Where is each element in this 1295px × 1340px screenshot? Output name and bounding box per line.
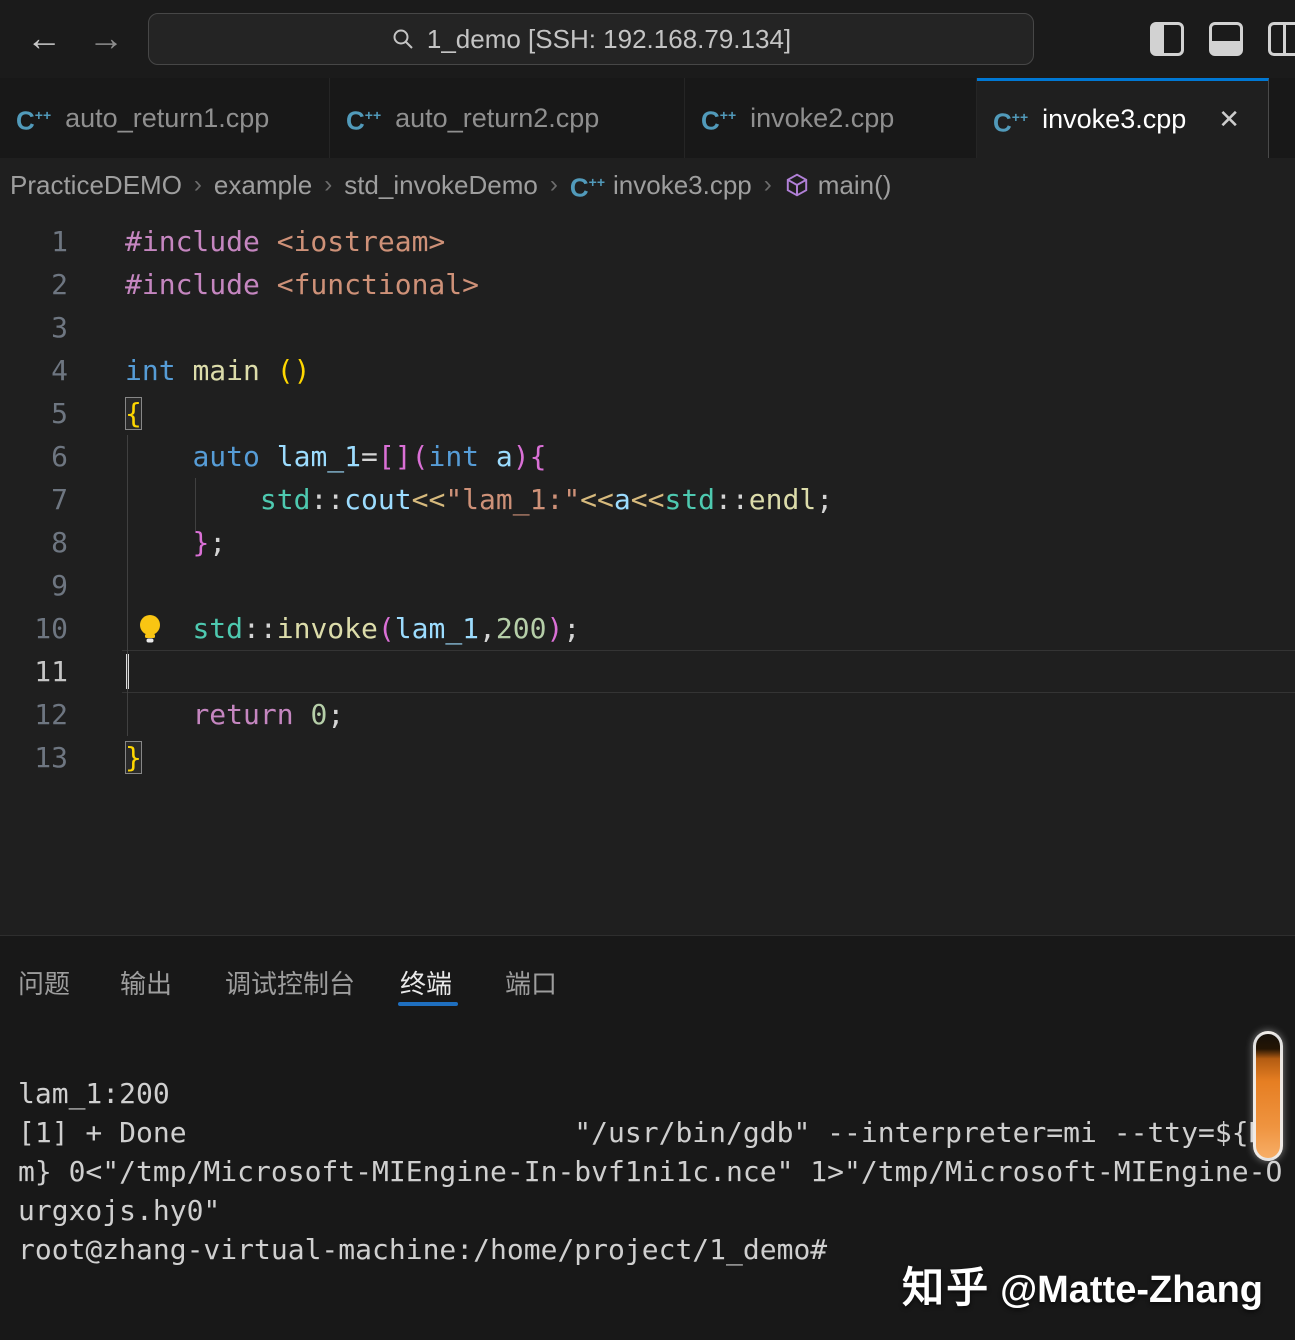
code-line-6[interactable]: 6 auto lam_1=[](int a){ (0, 435, 1295, 478)
code-line-10[interactable]: 10 std::invoke(lam_1,200); (0, 607, 1295, 650)
breadcrumb[interactable]: PracticeDEMO › example › std_invokeDemo › C++ i… (10, 158, 1295, 212)
window-title: 1_demo [SSH: 192.168.79.134] (427, 24, 791, 55)
breadcrumb-label: invoke3.cpp (613, 170, 752, 201)
cpp-file-icon: C++ (346, 102, 381, 134)
code-text: return 0; (125, 693, 344, 736)
panel-tab-终端[interactable]: 终端 (400, 964, 452, 1001)
breadcrumb-separator-icon: › (322, 171, 334, 199)
cpp-file-icon: C++ (16, 102, 51, 134)
breadcrumb-label: example (214, 170, 312, 201)
breadcrumb-item-example[interactable]: example (214, 170, 312, 201)
line-number: 12 (0, 693, 68, 736)
tab-auto_return1.cpp[interactable]: C++ auto_return1.cpp (0, 78, 330, 158)
panel-tab-调试控制台[interactable]: 调试控制台 (225, 964, 355, 1001)
terminal-line: m} 0<"/tmp/Microsoft-MIEngine-In-bvf1ni1… (18, 1152, 1295, 1191)
code-text: auto lam_1=[](int a){ (125, 435, 546, 478)
line-number: 1 (0, 220, 68, 263)
code-line-5[interactable]: 5{ (0, 392, 1295, 435)
code-text: std::invoke(lam_1,200); (125, 607, 580, 650)
line-number: 7 (0, 478, 68, 521)
panel-tab-端口[interactable]: 端口 (505, 964, 557, 1001)
line-number: 3 (0, 306, 68, 349)
tab-label: auto_return2.cpp (395, 103, 599, 134)
tab-label: invoke3.cpp (1042, 104, 1186, 135)
vscode-window: ← → 1_demo [SSH: 192.168.79.134] C++ auto… (0, 0, 1295, 1340)
tab-label: invoke2.cpp (750, 103, 894, 134)
code-line-2[interactable]: 2 #include <functional> (0, 263, 1295, 306)
line-number: 4 (0, 349, 68, 392)
panel-tab-问题[interactable]: 问题 (18, 964, 70, 1001)
watermark-brand: 知乎 (902, 1264, 990, 1311)
tab-auto_return2.cpp[interactable]: C++ auto_return2.cpp (330, 78, 685, 158)
breadcrumb-item-main[interactable]: main() (784, 170, 892, 201)
toggle-panel-icon[interactable] (1209, 22, 1243, 56)
breadcrumb-item-PracticeDEMO[interactable]: PracticeDEMO (10, 170, 182, 201)
terminal-line: lam_1:200 (18, 1074, 1295, 1113)
code-line-9[interactable]: 9 (0, 564, 1295, 607)
code-text: int main () (125, 349, 310, 392)
code-line-4[interactable]: 4 int main () (0, 349, 1295, 392)
editor-tab-bar: C++auto_return1.cppC++auto_return2.cppC+… (0, 78, 1295, 158)
code-line-1[interactable]: 1 #include <iostream> (0, 220, 1295, 263)
terminal-line: urgxojs.hy0" (18, 1191, 1295, 1230)
code-line-12[interactable]: 12 return 0; (0, 693, 1295, 736)
code-text: #include <iostream> (125, 220, 445, 263)
close-icon[interactable]: ✕ (1218, 104, 1240, 135)
code-line-11[interactable]: 11 (0, 650, 1295, 693)
breadcrumb-label: PracticeDEMO (10, 170, 182, 201)
watermark: 知乎@Matte-Zhang (902, 1254, 1263, 1315)
panel-tab-输出[interactable]: 输出 (120, 964, 172, 1001)
code-editor[interactable]: 1 #include <iostream> 2 #include <functiona… (0, 212, 1295, 935)
breadcrumb-item-invoke3cpp[interactable]: C++ invoke3.cpp (570, 169, 752, 201)
toggle-secondary-sidebar-icon[interactable] (1268, 22, 1295, 56)
terminal-output[interactable]: lam_1:200[1] + Done "/usr/bin/gdb" --int… (18, 1074, 1295, 1269)
line-number: 8 (0, 521, 68, 564)
indent-guide (195, 478, 196, 531)
breadcrumb-item-stdinvokeDemo[interactable]: std_invokeDemo (344, 170, 538, 201)
title-bar: ← → 1_demo [SSH: 192.168.79.134] (0, 0, 1295, 78)
terminal-line: [1] + Done "/usr/bin/gdb" --interpreter=… (18, 1113, 1295, 1152)
line-number: 13 (0, 736, 68, 779)
code-line-13[interactable]: 13} (0, 736, 1295, 779)
cpp-file-icon: C++ (570, 169, 605, 201)
code-text: { (125, 392, 142, 435)
back-icon[interactable]: ← (26, 18, 62, 58)
forward-icon[interactable]: → (88, 18, 124, 58)
code-text: }; (125, 521, 226, 564)
code-text: } (125, 736, 142, 779)
line-number: 10 (0, 607, 68, 650)
breadcrumb-separator-icon: › (548, 171, 560, 199)
cpp-file-icon: C++ (701, 102, 736, 134)
tab-invoke2.cpp[interactable]: C++ invoke2.cpp (685, 78, 977, 158)
tab-label: auto_return1.cpp (65, 103, 269, 134)
command-center-search[interactable]: 1_demo [SSH: 192.168.79.134] (148, 13, 1034, 65)
lightbulb-icon[interactable] (136, 613, 164, 652)
breadcrumb-separator-icon: › (192, 171, 204, 199)
terminal-scrollbar[interactable] (1253, 1031, 1283, 1161)
line-number: 5 (0, 392, 68, 435)
line-number: 6 (0, 435, 68, 478)
tab-invoke3.cpp[interactable]: C++ invoke3.cpp ✕ (977, 78, 1269, 158)
code-text: #include <functional> (125, 263, 479, 306)
code-line-3[interactable]: 3 (0, 306, 1295, 349)
line-number: 11 (0, 650, 68, 693)
line-number: 2 (0, 263, 68, 306)
watermark-handle: @Matte-Zhang (1000, 1269, 1263, 1311)
code-text: std::cout<<"lam_1:"<<a<<std::endl; (125, 478, 833, 521)
line-number: 9 (0, 564, 68, 607)
indent-guide (127, 435, 128, 736)
symbol-method-icon (784, 172, 810, 198)
search-icon (391, 27, 415, 51)
active-panel-tab-underline (398, 1002, 458, 1006)
toggle-sidebar-icon[interactable] (1150, 22, 1184, 56)
cpp-file-icon: C++ (993, 104, 1028, 136)
breadcrumb-label: std_invokeDemo (344, 170, 538, 201)
breadcrumb-label: main() (818, 170, 892, 201)
breadcrumb-separator-icon: › (762, 171, 774, 199)
